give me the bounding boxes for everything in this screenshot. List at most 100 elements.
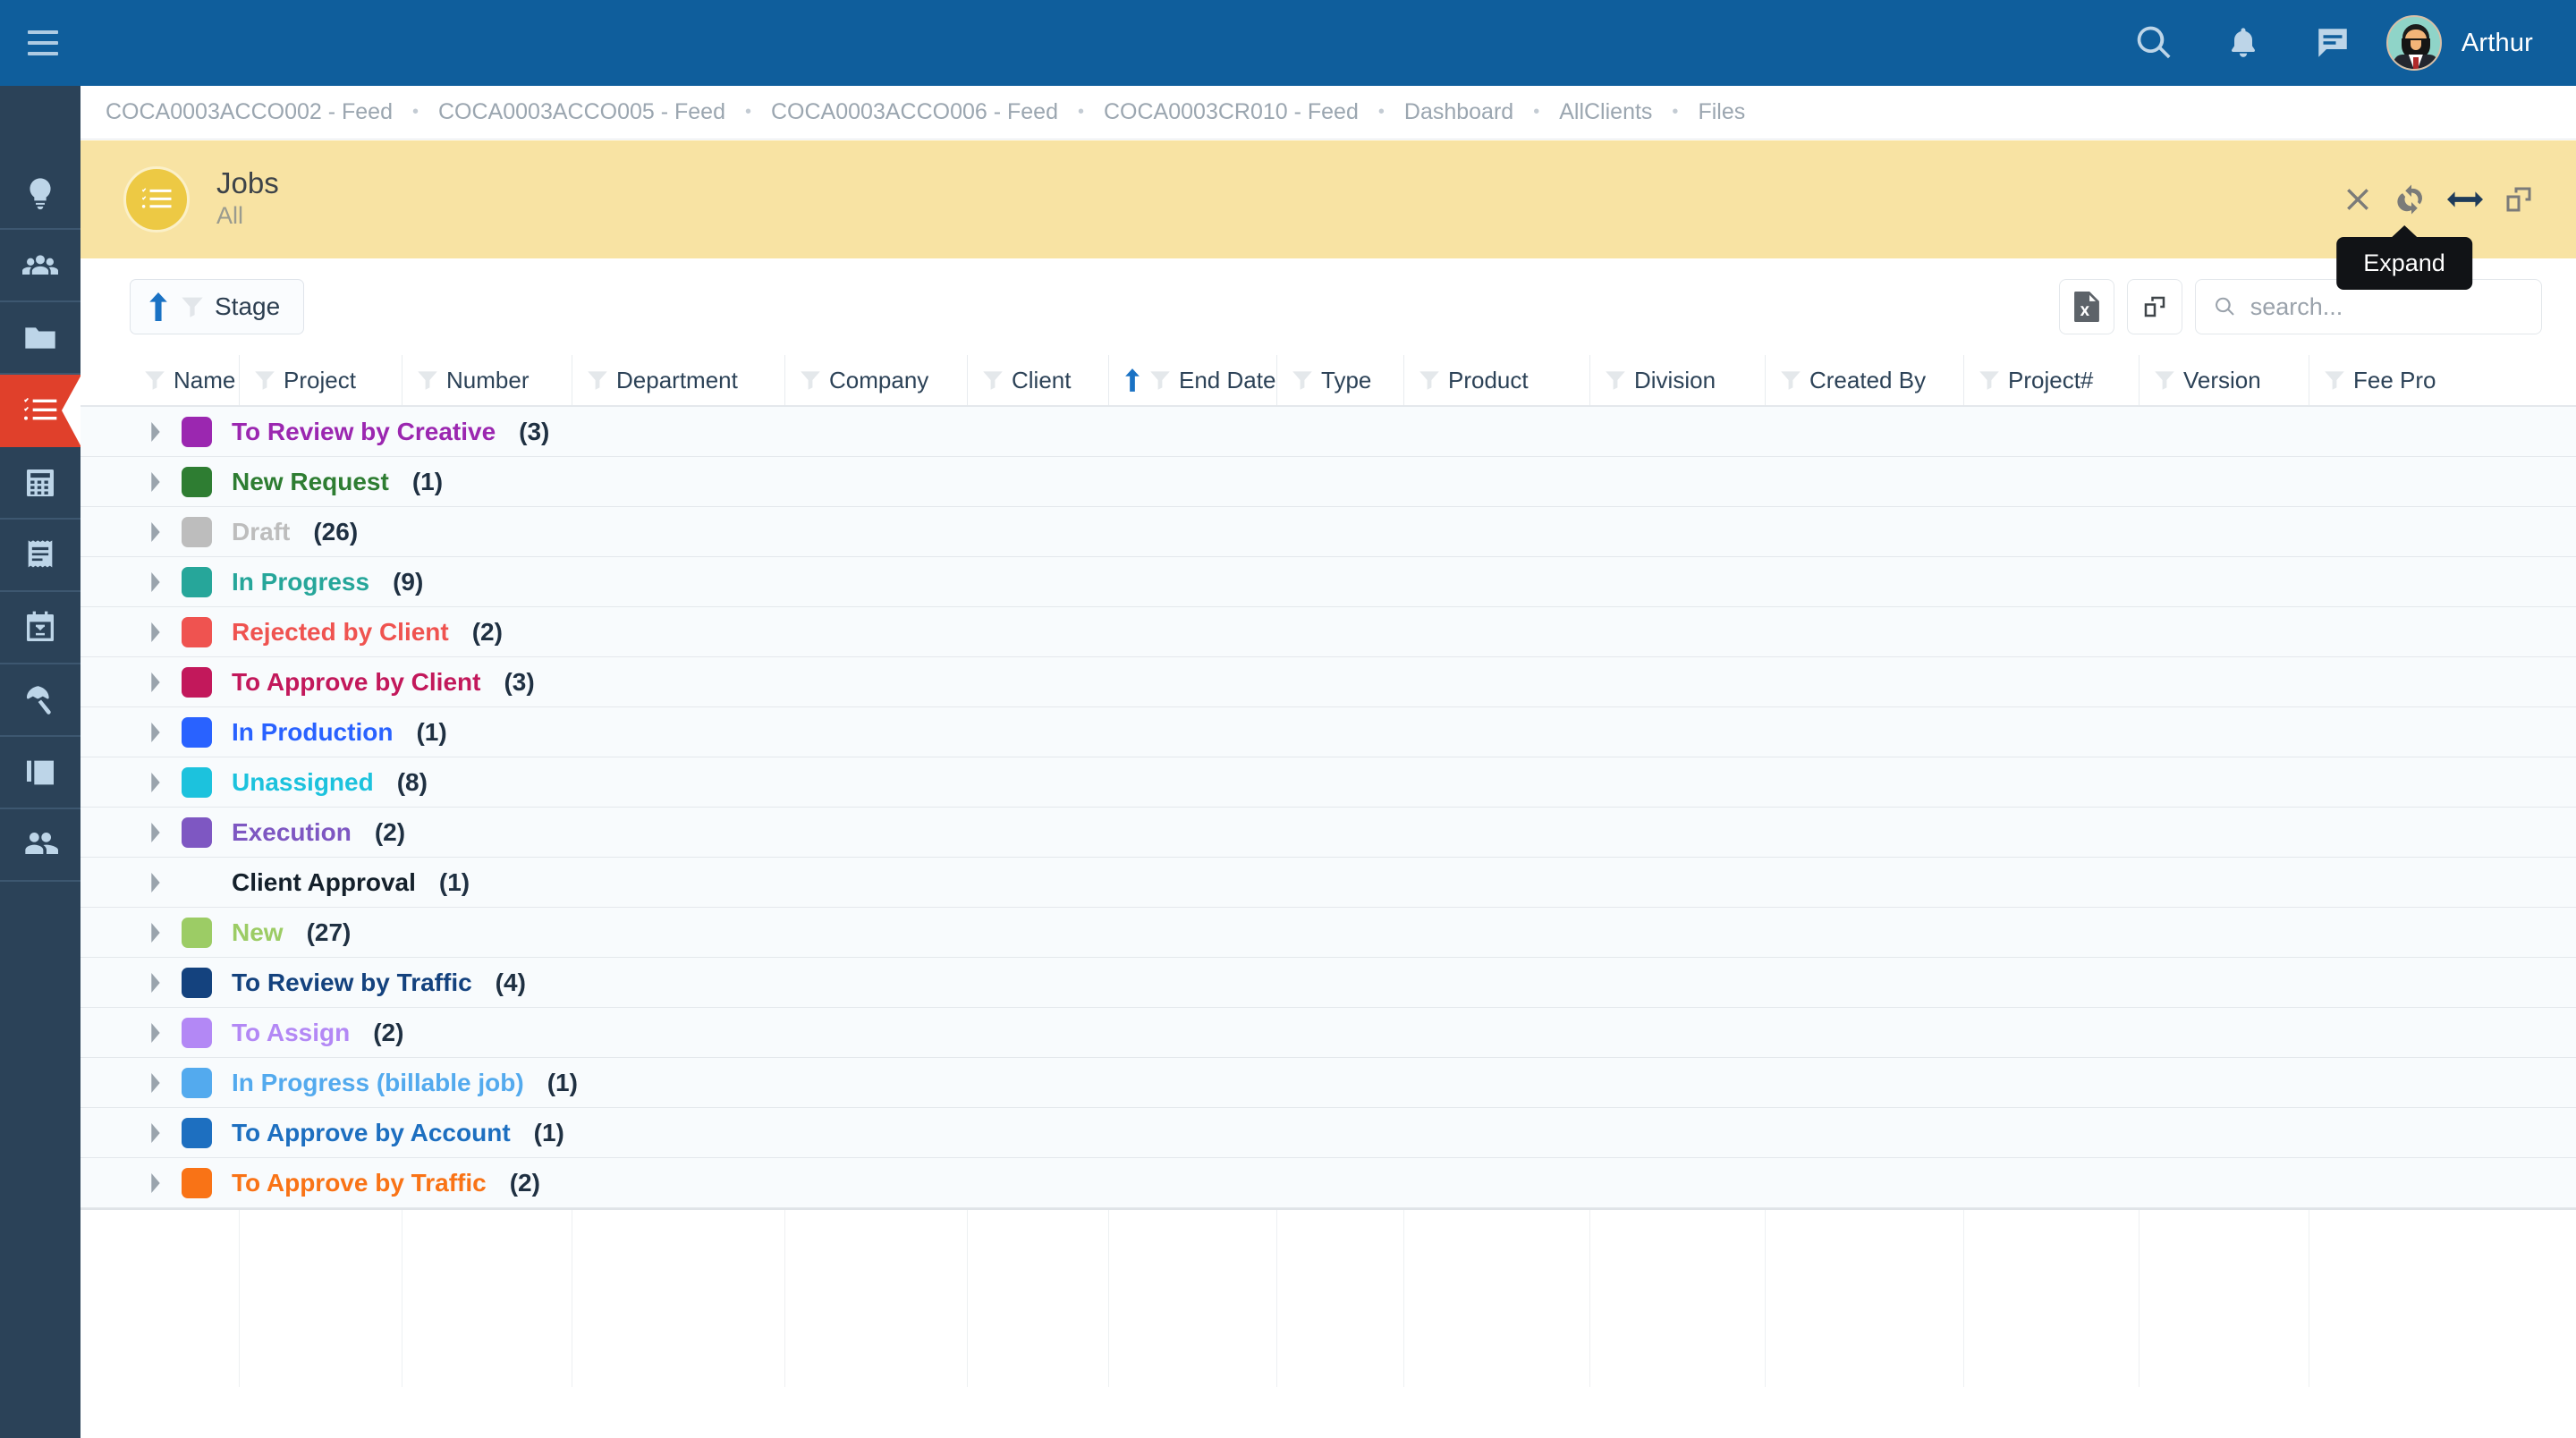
sidebar-item-estimates[interactable] bbox=[0, 447, 80, 520]
refresh-button[interactable] bbox=[2386, 168, 2436, 231]
expand-group-icon[interactable] bbox=[130, 672, 182, 692]
bell-icon[interactable] bbox=[2199, 0, 2288, 86]
expand-group-icon[interactable] bbox=[130, 822, 182, 842]
group-row[interactable]: In Progress (billable job) (1) bbox=[80, 1058, 2576, 1108]
stage-color-swatch bbox=[182, 1117, 212, 1148]
breadcrumb-item[interactable]: Dashboard bbox=[1404, 99, 1513, 125]
column-header-project[interactable]: Project bbox=[239, 355, 402, 405]
sidebar-item-jobs[interactable] bbox=[0, 375, 81, 447]
column-header-product[interactable]: Product bbox=[1403, 355, 1589, 405]
group-count: (26) bbox=[313, 517, 359, 546]
funnel-icon[interactable] bbox=[800, 369, 821, 391]
funnel-icon[interactable] bbox=[254, 369, 275, 391]
expand-group-icon[interactable] bbox=[130, 571, 182, 592]
chat-icon[interactable] bbox=[2288, 0, 2377, 86]
empty-grid-column bbox=[2309, 1210, 2479, 1387]
breadcrumb-item[interactable]: AllClients bbox=[1559, 99, 1652, 125]
expand-group-icon[interactable] bbox=[130, 872, 182, 892]
funnel-icon[interactable] bbox=[417, 369, 438, 391]
close-button[interactable] bbox=[2333, 168, 2383, 231]
column-header-fee-pro[interactable]: Fee Pro bbox=[2309, 355, 2479, 405]
breadcrumb-item[interactable]: COCA0003ACCO002 - Feed bbox=[106, 99, 393, 125]
group-row[interactable]: To Approve by Client (3) bbox=[80, 657, 2576, 707]
funnel-icon[interactable] bbox=[587, 369, 608, 391]
sidebar-item-team[interactable] bbox=[0, 809, 80, 882]
column-header-created-by[interactable]: Created By bbox=[1765, 355, 1963, 405]
column-header-project-[interactable]: Project# bbox=[1963, 355, 2139, 405]
funnel-icon[interactable] bbox=[1292, 369, 1313, 391]
funnel-icon[interactable] bbox=[1979, 369, 2000, 391]
sidebar-item-library[interactable] bbox=[0, 737, 80, 809]
expand-group-icon[interactable] bbox=[130, 1172, 182, 1193]
expand-group-icon[interactable] bbox=[130, 471, 182, 492]
funnel-icon[interactable] bbox=[1780, 369, 1801, 391]
expand-group-icon[interactable] bbox=[130, 521, 182, 542]
group-row[interactable]: Execution (2) bbox=[80, 808, 2576, 858]
column-header-type[interactable]: Type bbox=[1276, 355, 1403, 405]
avatar[interactable] bbox=[2385, 15, 2442, 71]
export-excel-button[interactable] bbox=[2059, 279, 2114, 334]
user-menu[interactable]: Arthur bbox=[2385, 15, 2533, 71]
group-row[interactable]: Draft (26) bbox=[80, 507, 2576, 557]
group-row[interactable]: To Review by Traffic (4) bbox=[80, 958, 2576, 1008]
sidebar-item-invoices[interactable] bbox=[0, 520, 80, 592]
group-row[interactable]: New Request (1) bbox=[80, 457, 2576, 507]
expand-group-icon[interactable] bbox=[130, 1072, 182, 1093]
group-row[interactable]: Rejected by Client (2) bbox=[80, 607, 2576, 657]
group-row[interactable]: In Progress (9) bbox=[80, 557, 2576, 607]
column-header-company[interactable]: Company bbox=[784, 355, 967, 405]
funnel-icon[interactable] bbox=[2324, 369, 2345, 391]
sidebar-item-ideas[interactable] bbox=[0, 157, 80, 230]
expand-group-icon[interactable] bbox=[130, 722, 182, 742]
group-row[interactable]: In Production (1) bbox=[80, 707, 2576, 757]
group-row[interactable]: To Approve by Traffic (2) bbox=[80, 1158, 2576, 1208]
expand-group-icon[interactable] bbox=[130, 622, 182, 642]
group-row[interactable]: To Assign (2) bbox=[80, 1008, 2576, 1058]
expand-group-icon[interactable] bbox=[130, 1022, 182, 1043]
sidebar-item-campaigns[interactable] bbox=[0, 664, 80, 737]
sidebar-item-projects[interactable] bbox=[0, 302, 80, 375]
funnel-icon[interactable] bbox=[1149, 369, 1171, 391]
sidebar-item-calendar[interactable] bbox=[0, 592, 80, 664]
restore-window-button[interactable] bbox=[2494, 168, 2544, 231]
expand-group-icon[interactable] bbox=[130, 922, 182, 943]
funnel-icon[interactable] bbox=[144, 369, 165, 391]
chevron-right-icon bbox=[151, 1122, 160, 1143]
funnel-icon[interactable] bbox=[1419, 369, 1440, 391]
sidebar-item-contacts[interactable] bbox=[0, 230, 80, 302]
breadcrumb-item[interactable]: COCA0003ACCO006 - Feed bbox=[771, 99, 1058, 125]
column-header-name[interactable]: Name bbox=[130, 355, 239, 405]
hamburger-menu-icon[interactable] bbox=[0, 0, 86, 86]
breadcrumb-item[interactable]: COCA0003CR010 - Feed bbox=[1104, 99, 1359, 125]
stage-color-swatch bbox=[182, 666, 212, 698]
search-input[interactable] bbox=[2250, 292, 2523, 321]
search-icon[interactable] bbox=[2109, 0, 2199, 86]
group-row[interactable]: To Review by Creative (3) bbox=[80, 407, 2576, 457]
expand-group-icon[interactable] bbox=[130, 772, 182, 792]
group-row[interactable]: Unassigned (8) bbox=[80, 757, 2576, 808]
breadcrumb-item[interactable]: Files bbox=[1698, 99, 1745, 125]
chevron-right-icon bbox=[151, 922, 160, 943]
funnel-icon[interactable] bbox=[982, 369, 1004, 391]
group-row[interactable]: To Approve by Account (1) bbox=[80, 1108, 2576, 1158]
column-header-division[interactable]: Division bbox=[1589, 355, 1765, 405]
duplicate-button[interactable] bbox=[2127, 279, 2182, 334]
expand-button[interactable] bbox=[2440, 168, 2490, 231]
groupby-chip-stage[interactable]: Stage bbox=[130, 279, 305, 334]
group-count: (2) bbox=[509, 1168, 540, 1197]
expand-group-icon[interactable] bbox=[130, 972, 182, 993]
funnel-icon[interactable] bbox=[2154, 369, 2175, 391]
expand-group-icon[interactable] bbox=[130, 421, 182, 442]
column-header-label: Client bbox=[1012, 366, 1072, 393]
column-header-version[interactable]: Version bbox=[2139, 355, 2309, 405]
group-row[interactable]: Client Approval (1) bbox=[80, 858, 2576, 908]
expand-group-icon[interactable] bbox=[130, 1122, 182, 1143]
funnel-icon[interactable] bbox=[1605, 369, 1626, 391]
column-header-client[interactable]: Client bbox=[967, 355, 1108, 405]
column-header-end-date[interactable]: End Date bbox=[1108, 355, 1276, 405]
group-count: (1) bbox=[416, 717, 447, 746]
column-header-department[interactable]: Department bbox=[572, 355, 784, 405]
column-header-number[interactable]: Number bbox=[402, 355, 572, 405]
breadcrumb-item[interactable]: COCA0003ACCO005 - Feed bbox=[438, 99, 725, 125]
group-row[interactable]: New (27) bbox=[80, 908, 2576, 958]
